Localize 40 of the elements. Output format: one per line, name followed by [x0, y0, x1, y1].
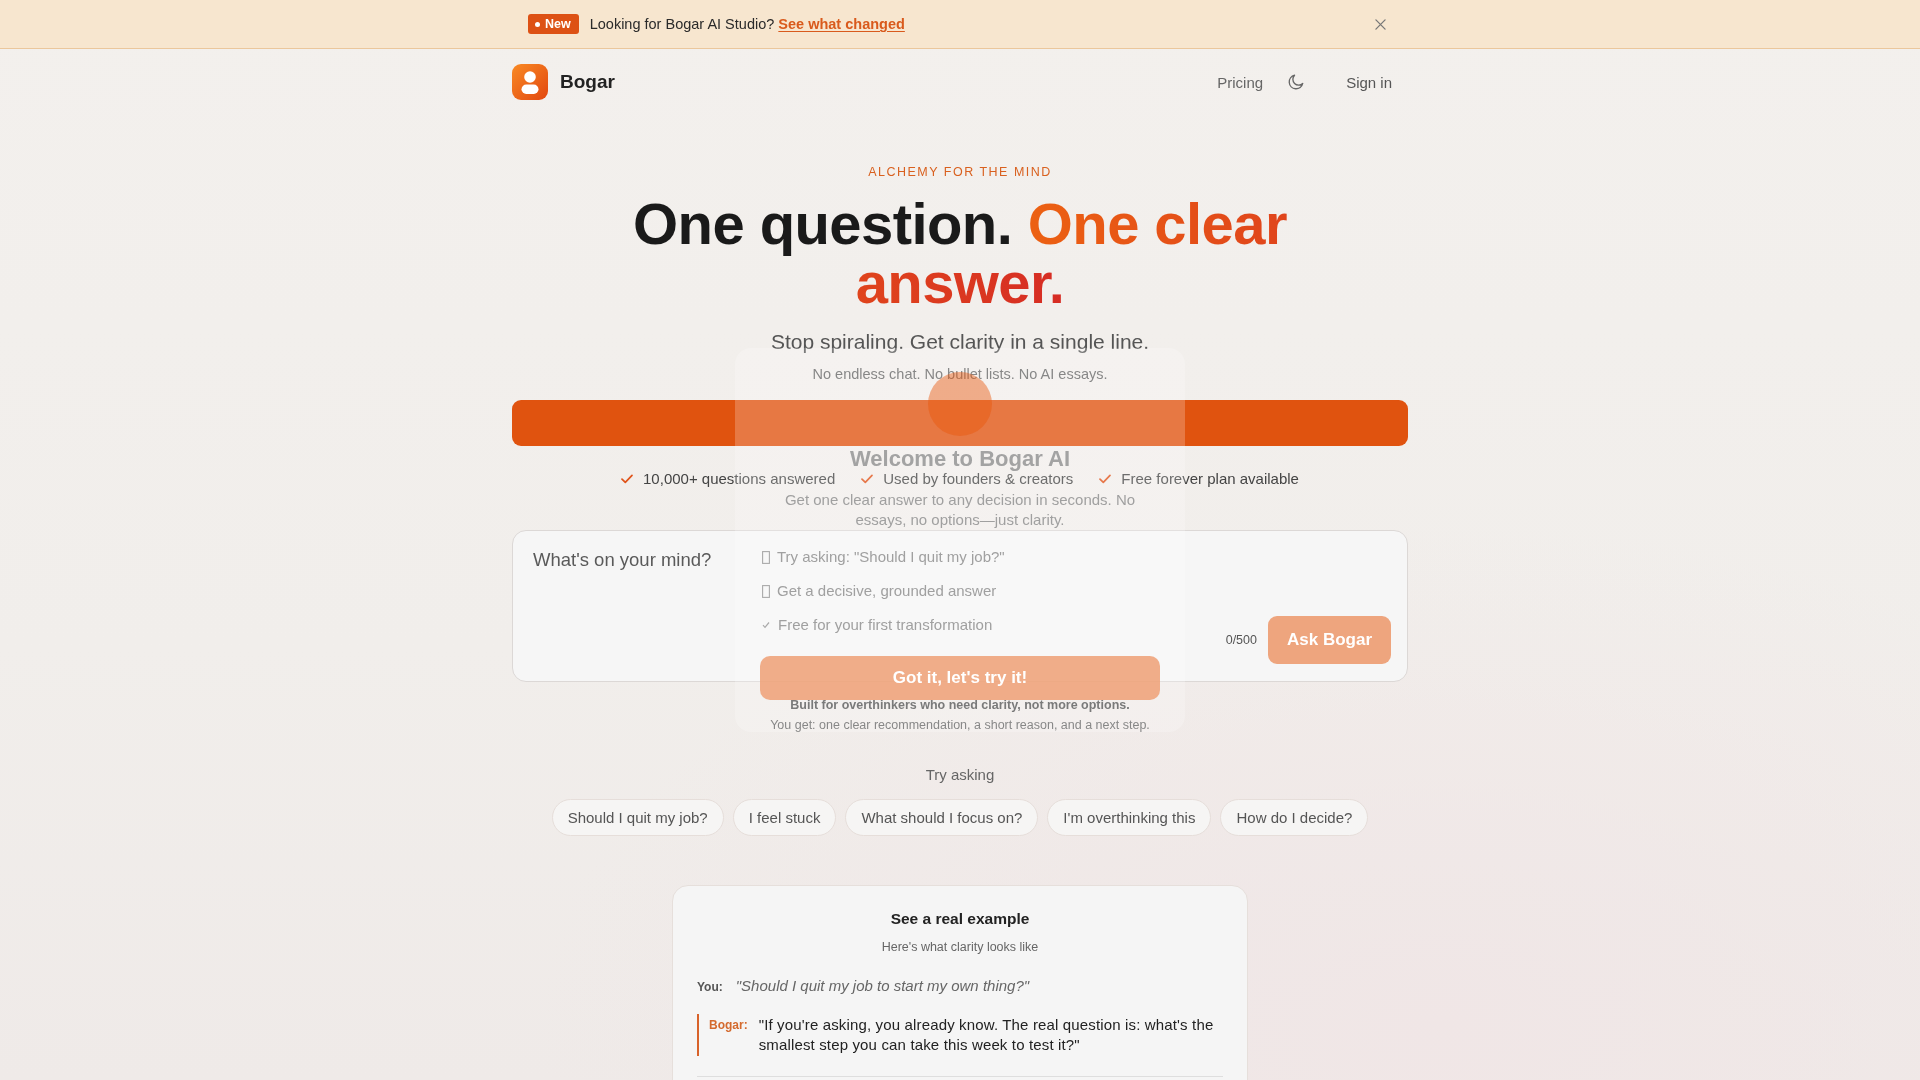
try-asking-label: Try asking: [924, 765, 996, 785]
speaker-label: Bogar:: [709, 1017, 748, 1034]
dot-icon: [535, 21, 540, 27]
example-subtitle: Here's what clarity looks like: [880, 939, 1040, 956]
proof-point: Free forever plan available: [1121, 469, 1299, 489]
suggestion-chip[interactable]: What should I focus on?: [845, 799, 1039, 836]
brand-name: Bogar: [560, 71, 615, 93]
suggestion-chip[interactable]: Should I quit my job?: [551, 799, 724, 836]
dialog-list-item: Try asking: "Should I quit my job?": [777, 547, 1005, 567]
speaker-label: You:: [697, 979, 723, 996]
dialog-list-item: Free for your first transformation: [778, 615, 993, 635]
check-icon: [621, 474, 634, 484]
badge-text: New: [545, 17, 571, 31]
suggestion-chip[interactable]: I feel stuck: [732, 799, 837, 836]
dialog-list-item: Get a decisive, grounded answer: [777, 581, 997, 601]
deliverable-note: You get: one clear recommendation, a short reason, and a next step.: [769, 717, 1151, 734]
question-text: "Should I quit my job to start my own thing?": [735, 976, 1030, 996]
hero-eyebrow: ALCHEMY FOR THE MIND: [867, 164, 1053, 180]
proof-point: 10,000+ questions answered: [643, 469, 836, 489]
announcement-text: Looking for Bogar AI Studio? See what changed: [589, 16, 905, 32]
glyph-box-icon: [762, 584, 770, 598]
moon-icon: [1287, 73, 1306, 91]
check-icon: [762, 621, 770, 629]
suggestion-chip[interactable]: I'm overthinking this: [1047, 799, 1212, 836]
example-title: See a real example: [889, 909, 1031, 929]
pricing-link[interactable]: Pricing: [1217, 73, 1264, 91]
check-icon: [1099, 474, 1112, 484]
audience-note: Built for overthinkers who need clarity, not more options.: [789, 697, 1131, 714]
glyph-box-icon: [762, 550, 770, 564]
hero-subtitle: Stop spiraling. Get clarity in a single line.: [769, 329, 1151, 355]
sign-in-link[interactable]: Sign in: [1330, 65, 1408, 99]
answer-text: "If you're asking, you already know. The real question is: what's the smallest step you can take this week to test it?": [758, 1015, 1215, 1055]
check-icon: [861, 474, 874, 484]
suggestion-chip[interactable]: How do I decide?: [1220, 799, 1369, 836]
dialog-description: Get one clear answer to any decision in seconds. No essays, no options—just clarity.: [783, 490, 1137, 530]
close-icon: [1374, 18, 1386, 30]
dialog-title: Welcome to Bogar AI: [849, 448, 1070, 470]
character-counter: 0/500: [1225, 633, 1257, 647]
person-logo-icon[interactable]: [512, 64, 548, 100]
proof-point: Used by founders & creators: [883, 470, 1074, 489]
